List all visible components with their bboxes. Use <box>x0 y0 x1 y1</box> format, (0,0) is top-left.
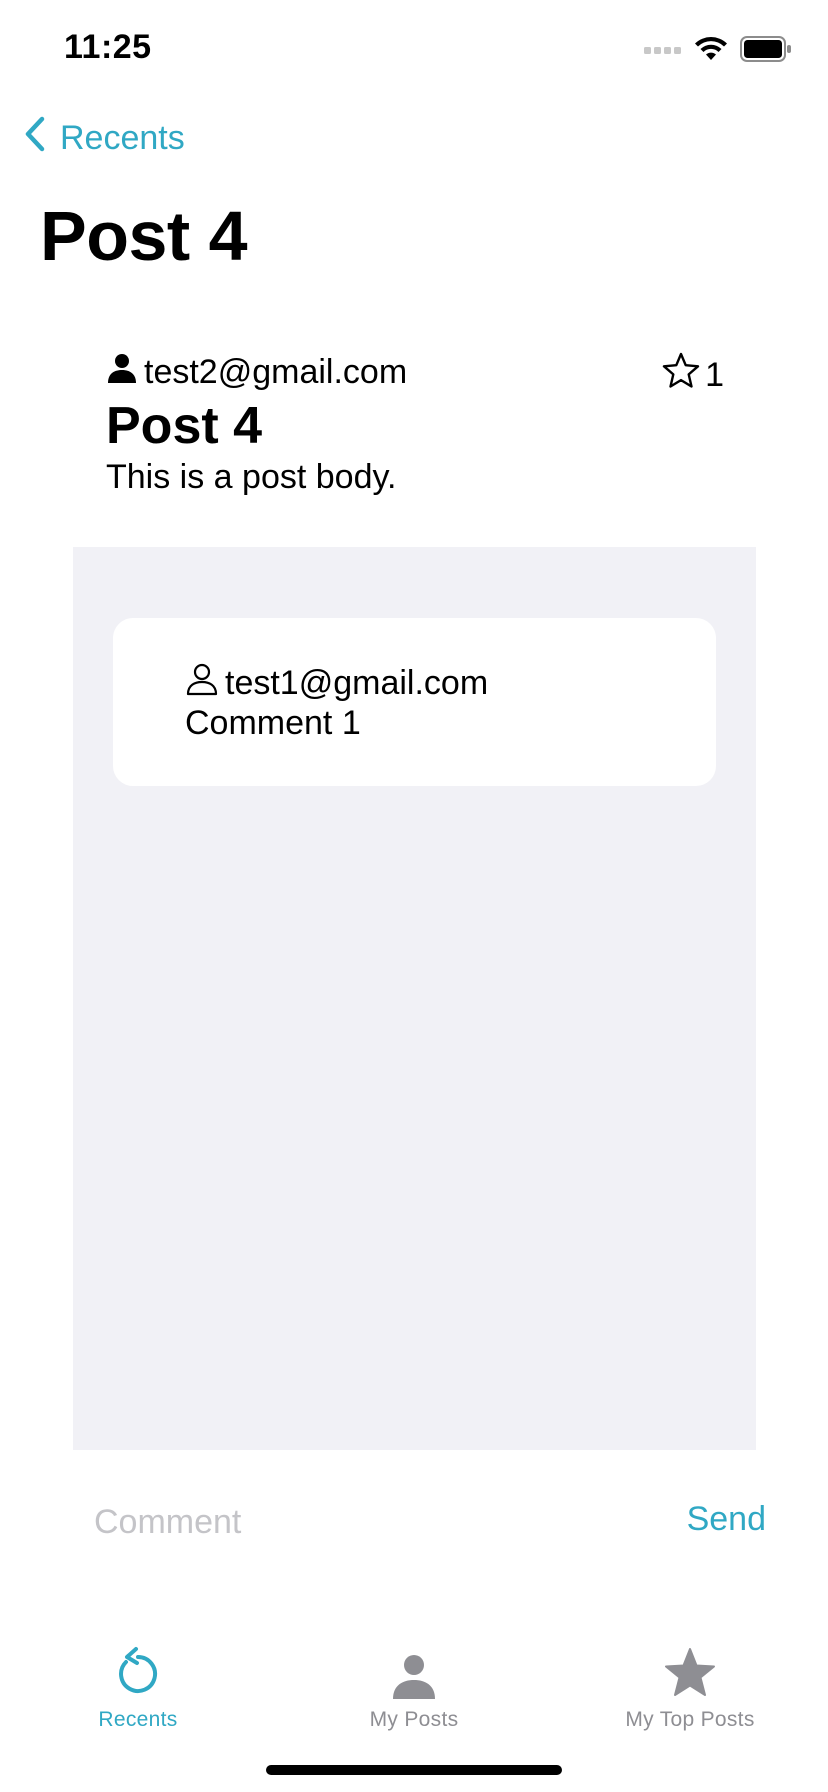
chevron-left-icon <box>24 116 60 161</box>
status-indicators <box>644 36 792 67</box>
comment-input[interactable] <box>94 1496 654 1548</box>
back-button-label: Recents <box>60 119 185 157</box>
refresh-icon <box>114 1630 162 1700</box>
star-fill-icon <box>663 1630 717 1700</box>
comment-text: Comment 1 <box>185 704 361 742</box>
wifi-icon <box>694 36 728 67</box>
home-indicator <box>266 1765 562 1775</box>
person-outline-icon <box>185 662 225 705</box>
cellular-signal-icon <box>644 43 682 61</box>
person-fill-icon <box>106 352 144 393</box>
send-button[interactable]: Send <box>687 1500 766 1539</box>
tab-label: My Top Posts <box>625 1708 755 1731</box>
battery-icon <box>740 36 792 67</box>
comments-list[interactable]: test1@gmail.com Comment 1 <box>73 547 756 1450</box>
tab-my-top-posts[interactable]: My Top Posts <box>590 1630 790 1732</box>
tab-recents[interactable]: Recents <box>38 1630 238 1732</box>
post-title: Post 4 <box>106 397 263 455</box>
person-fill-icon <box>391 1630 437 1700</box>
post-score[interactable]: 1 <box>661 352 724 399</box>
post-score-count: 1 <box>705 356 724 394</box>
back-button[interactable]: Recents <box>24 116 185 161</box>
tab-label: Recents <box>98 1708 178 1731</box>
page-title: Post 4 <box>40 197 248 275</box>
post-author-email: test2@gmail.com <box>144 353 408 391</box>
star-outline-icon[interactable] <box>661 352 705 399</box>
tab-my-posts[interactable]: My Posts <box>314 1630 514 1732</box>
comment-card: test1@gmail.com Comment 1 <box>113 618 716 786</box>
status-time: 11:25 <box>64 28 152 66</box>
post-body: This is a post body. <box>106 458 397 496</box>
post-author: test2@gmail.com <box>106 352 407 393</box>
comment-author-email: test1@gmail.com <box>225 664 489 702</box>
tab-label: My Posts <box>369 1708 459 1731</box>
comment-author: test1@gmail.com <box>185 662 488 705</box>
